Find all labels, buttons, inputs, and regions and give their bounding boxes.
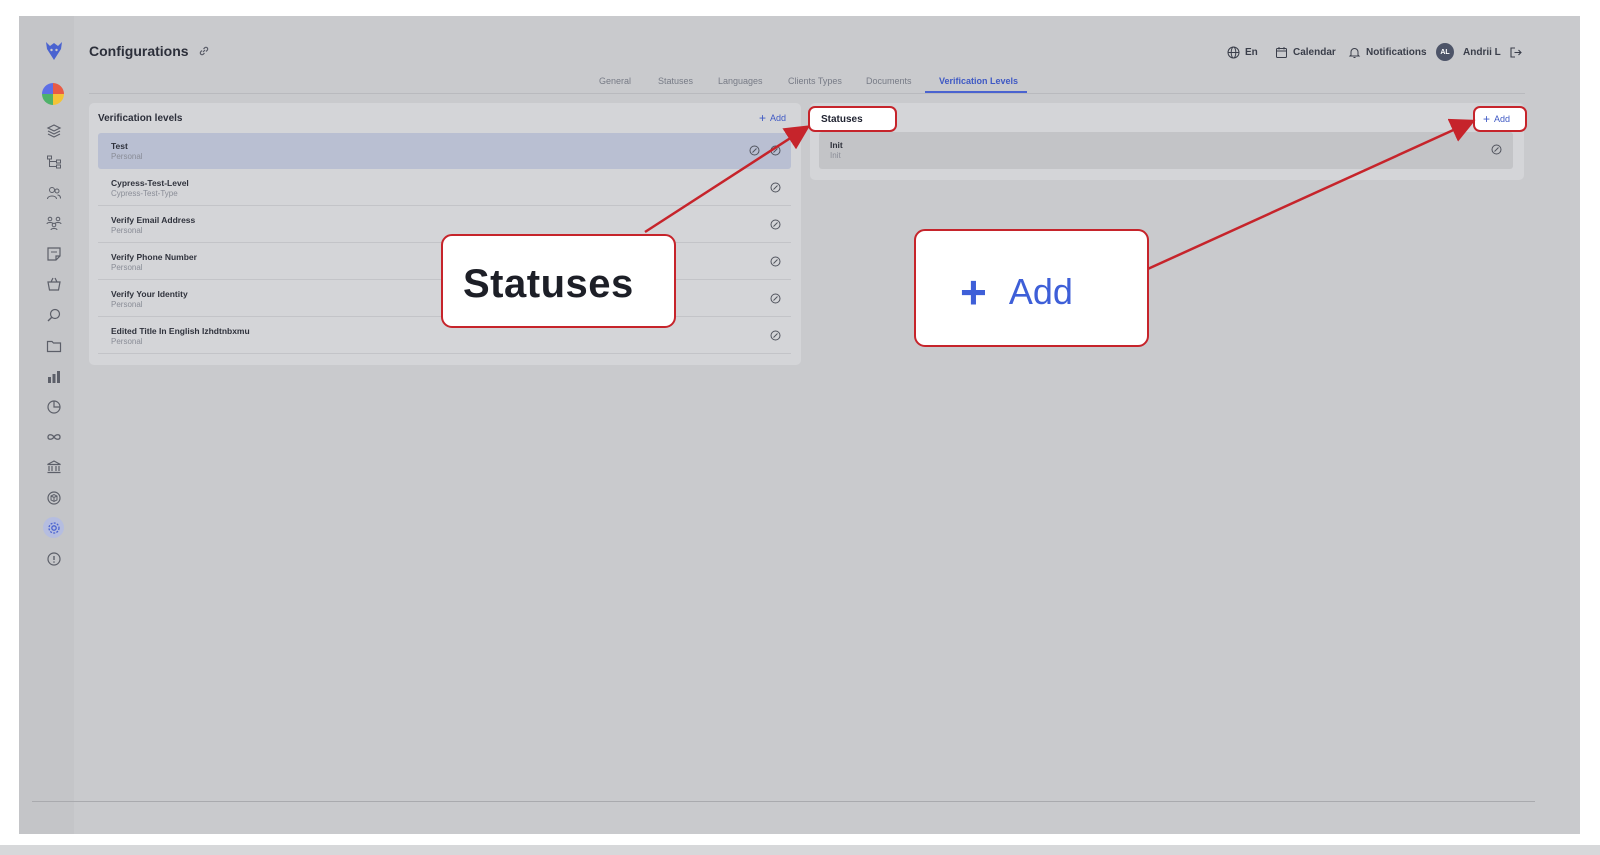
basket-icon[interactable]	[43, 273, 64, 294]
tab-statuses[interactable]: Statuses	[658, 76, 693, 86]
verification-levels-title: Verification levels	[98, 113, 183, 124]
add-zoom-text: Add	[1008, 271, 1073, 312]
level-title: Verify Phone Number	[111, 252, 197, 262]
edit-icon[interactable]	[770, 293, 781, 304]
team-icon[interactable]	[43, 212, 64, 233]
user-menu[interactable]: AL Andrii L	[1436, 43, 1501, 61]
status-title: Init	[830, 140, 843, 150]
statuses-zoom-callout: Statuses	[441, 234, 676, 328]
level-title: Test	[111, 141, 128, 151]
edit-icon[interactable]	[1491, 144, 1502, 155]
statuses-zoom-text: Statuses	[463, 262, 634, 306]
level-type: Personal	[111, 300, 143, 309]
users-icon[interactable]	[43, 182, 64, 203]
add-level-label: Add	[770, 113, 787, 123]
cube-icon[interactable]	[43, 487, 64, 508]
tab-documents[interactable]: Documents	[866, 76, 912, 86]
calendar-icon	[1276, 46, 1287, 58]
infinity-icon[interactable]	[43, 426, 64, 447]
edit-icon[interactable]	[770, 219, 781, 230]
level-type: Cypress-Test-Type	[111, 189, 178, 198]
language-label: En	[1245, 46, 1258, 58]
add-status-button[interactable]: + Add	[1473, 106, 1527, 132]
link-icon[interactable]	[198, 45, 210, 57]
level-row[interactable]: Test Personal	[98, 133, 791, 169]
globe-icon	[1227, 46, 1240, 58]
level-type: Personal	[111, 337, 143, 346]
statuses-title-highlight: Statuses	[808, 106, 897, 132]
status-row[interactable]: Init Init	[819, 132, 1513, 169]
level-title: Edited Title In English Izhdtnbxmu	[111, 326, 250, 336]
edit-icon[interactable]	[770, 182, 781, 193]
add-status-inner: + Add	[1483, 112, 1511, 126]
folder-icon[interactable]	[43, 335, 64, 356]
level-title: Cypress-Test-Level	[111, 178, 189, 188]
notifications-label: Notifications	[1366, 46, 1427, 58]
level-type: Personal	[111, 152, 143, 161]
level-row[interactable]: Cypress-Test-Level Cypress-Test-Type	[98, 170, 791, 206]
notifications-button[interactable]: Notifications	[1348, 44, 1427, 60]
level-type: Personal	[111, 226, 143, 235]
add-status-label: Add	[1494, 114, 1511, 124]
fox-logo-icon[interactable]	[44, 40, 64, 62]
edit-icon[interactable]	[749, 145, 760, 156]
statuses-panel-title: Statuses	[821, 114, 863, 125]
edit-icon[interactable]	[770, 256, 781, 267]
tabs-divider	[89, 93, 1525, 94]
user-name: Andrii L	[1463, 46, 1501, 58]
pie-chart-icon[interactable]	[43, 396, 64, 417]
bell-icon	[1348, 47, 1361, 58]
tab-general[interactable]: General	[599, 76, 631, 86]
logout-button[interactable]	[1509, 44, 1522, 60]
logout-icon	[1510, 46, 1522, 58]
level-title: Verify Your Identity	[111, 289, 188, 299]
page-title: Configurations	[89, 43, 189, 59]
tab-languages[interactable]: Languages	[718, 76, 763, 86]
add-zoom-callout: + Add	[914, 229, 1149, 347]
level-type: Personal	[111, 263, 143, 272]
status-subtitle: Init	[830, 151, 841, 160]
bank-icon[interactable]	[43, 456, 64, 477]
level-title: Verify Email Address	[111, 215, 196, 225]
tab-verification-levels[interactable]: Verification Levels	[939, 76, 1018, 86]
calendar-button[interactable]: Calendar	[1275, 44, 1336, 60]
shield-icon[interactable]	[43, 548, 64, 569]
add-zoom-content: + Add	[960, 266, 1073, 318]
window-bottom-strip	[0, 845, 1600, 855]
sticky-note-icon[interactable]	[43, 243, 64, 264]
plus-icon: +	[960, 266, 987, 318]
settings-icon[interactable]	[43, 517, 64, 538]
color-wheel-icon[interactable]	[42, 83, 64, 105]
layers-icon[interactable]	[43, 120, 64, 141]
plus-icon: +	[759, 111, 767, 125]
plus-icon: +	[1483, 112, 1491, 126]
bar-chart-icon[interactable]	[43, 366, 64, 387]
edit-icon[interactable]	[770, 330, 781, 341]
hierarchy-icon[interactable]	[43, 151, 64, 172]
calendar-label: Calendar	[1293, 46, 1336, 58]
language-selector[interactable]: En	[1227, 44, 1258, 60]
add-level-button[interactable]: + Add	[759, 111, 787, 125]
search-icon[interactable]	[43, 304, 64, 325]
avatar: AL	[1436, 43, 1454, 61]
edit-icon[interactable]	[770, 145, 781, 156]
tab-clients-types[interactable]: Clients Types	[788, 76, 842, 86]
bottom-divider	[32, 801, 1535, 802]
